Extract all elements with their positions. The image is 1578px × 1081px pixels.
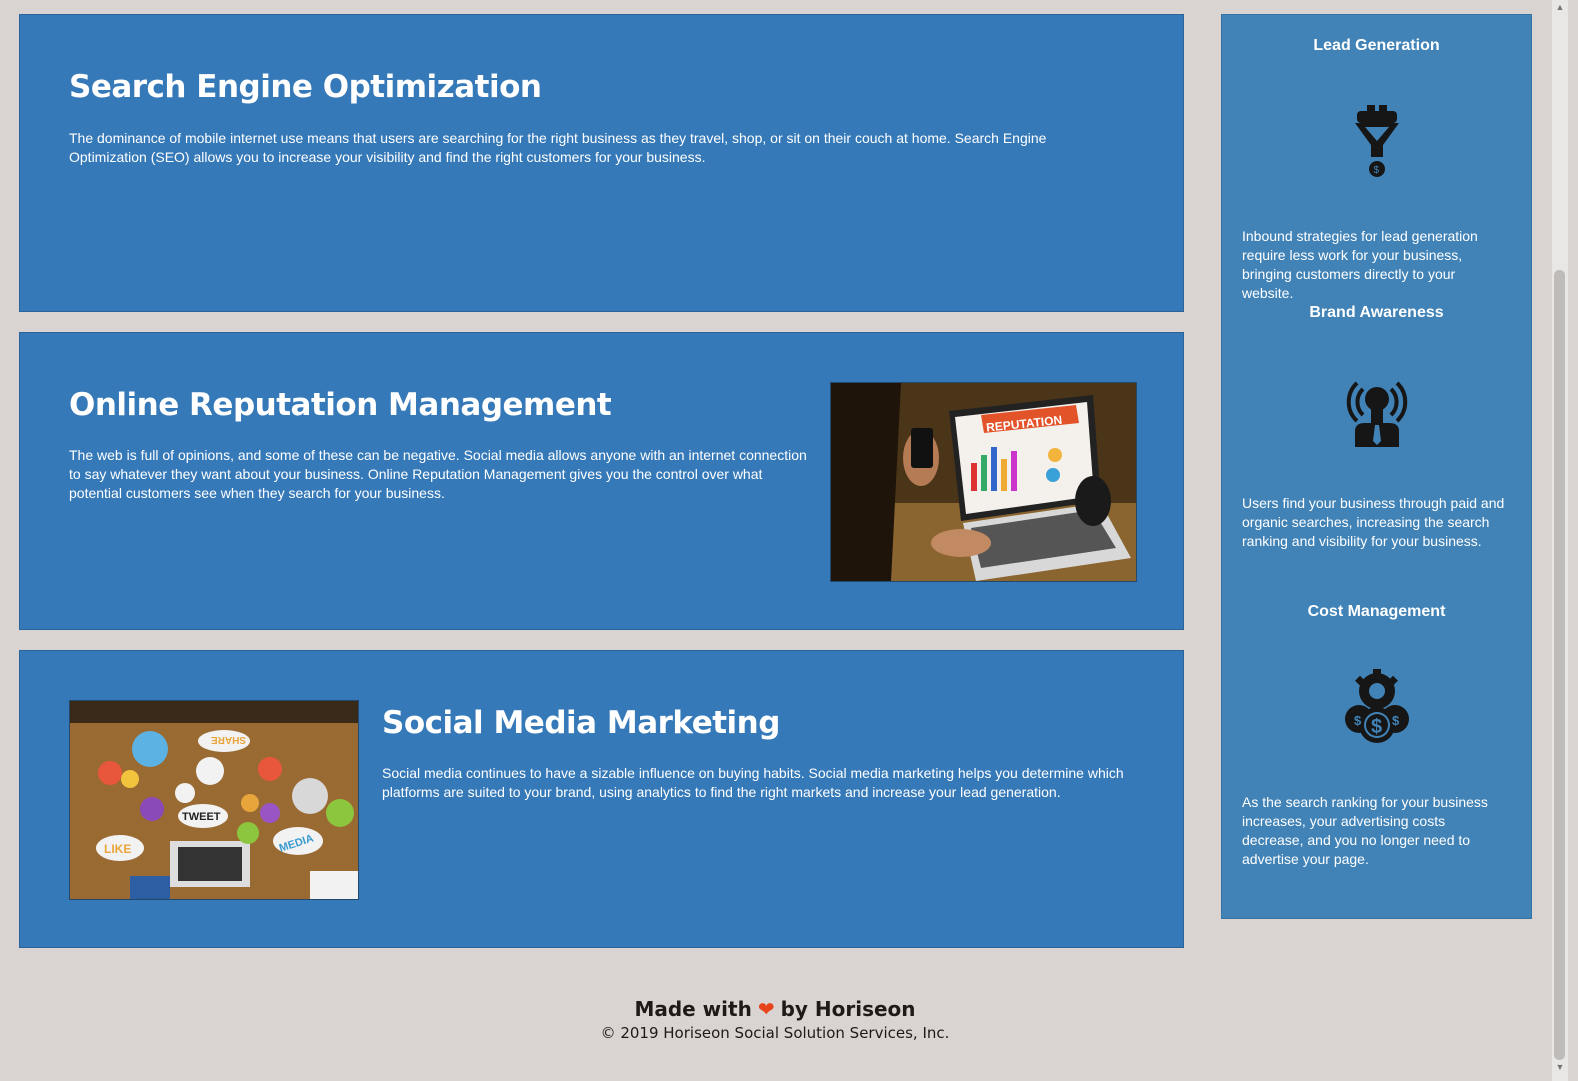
footer: Made with ❤ by Horiseon © 2019 Horiseon So…	[0, 997, 1550, 1042]
orm-section: Online Reputation Management The web is …	[19, 332, 1184, 630]
lightbulb-icon	[1337, 369, 1417, 449]
scroll-down-arrow-icon[interactable]: ▼	[1555, 1062, 1565, 1072]
orm-description: The web is full of opinions, and some of…	[69, 447, 807, 501]
made-with-suffix: by Horiseon	[780, 997, 916, 1021]
bubble-share: SHARE	[211, 734, 246, 745]
made-with-prefix: Made with	[634, 997, 752, 1021]
svg-text:$: $	[1354, 713, 1362, 728]
reputation-image: REPUTATION	[830, 382, 1137, 582]
bubble-like: LIKE	[104, 842, 131, 856]
brand-awareness-text: Users find your business through paid an…	[1242, 495, 1505, 549]
scroll-up-arrow-icon[interactable]: ▲	[1555, 2, 1565, 12]
money-gear-icon: $ $ $	[1337, 667, 1417, 747]
seo-section: Search Engine Optimization The dominance…	[19, 14, 1184, 312]
social-media-illustration: SHARE TWEET LIKE MEDIA	[70, 701, 358, 899]
smm-title: Social Media Marketing	[382, 705, 780, 741]
smm-description: Social media continues to have a sizable…	[382, 765, 1124, 800]
lead-generation-title: Lead Generation	[1313, 37, 1440, 54]
funnel-icon: $	[1337, 101, 1417, 181]
copyright: © 2019 Horiseon Social Solution Services…	[600, 1024, 950, 1042]
svg-text:$: $	[1371, 716, 1382, 738]
seo-title: Search Engine Optimization	[69, 69, 542, 105]
made-with-line: Made with ❤ by Horiseon	[0, 997, 1550, 1021]
reputation-laptop-illustration: REPUTATION	[831, 383, 1136, 581]
social-media-image: SHARE TWEET LIKE MEDIA	[69, 700, 359, 900]
smm-section: SHARE TWEET LIKE MEDIA Social Media Mark…	[19, 650, 1184, 948]
svg-text:$: $	[1392, 713, 1400, 728]
svg-text:$: $	[1374, 165, 1380, 176]
scroll-thumb[interactable]	[1554, 270, 1565, 1060]
heart-icon: ❤	[757, 997, 775, 1021]
benefits-sidebar: Lead Generation $ Inbound strategies for…	[1221, 14, 1532, 919]
lead-generation-text: Inbound strategies for lead generation r…	[1242, 228, 1478, 301]
brand-awareness-title: Brand Awareness	[1309, 304, 1444, 321]
vertical-scrollbar[interactable]: ▲ ▼	[1552, 0, 1568, 1081]
cost-management-title: Cost Management	[1307, 603, 1446, 620]
seo-description: The dominance of mobile internet use mea…	[69, 130, 1047, 165]
cost-management-text: As the search ranking for your business …	[1242, 794, 1488, 867]
bubble-tweet: TWEET	[182, 811, 221, 823]
orm-title: Online Reputation Management	[69, 387, 612, 423]
